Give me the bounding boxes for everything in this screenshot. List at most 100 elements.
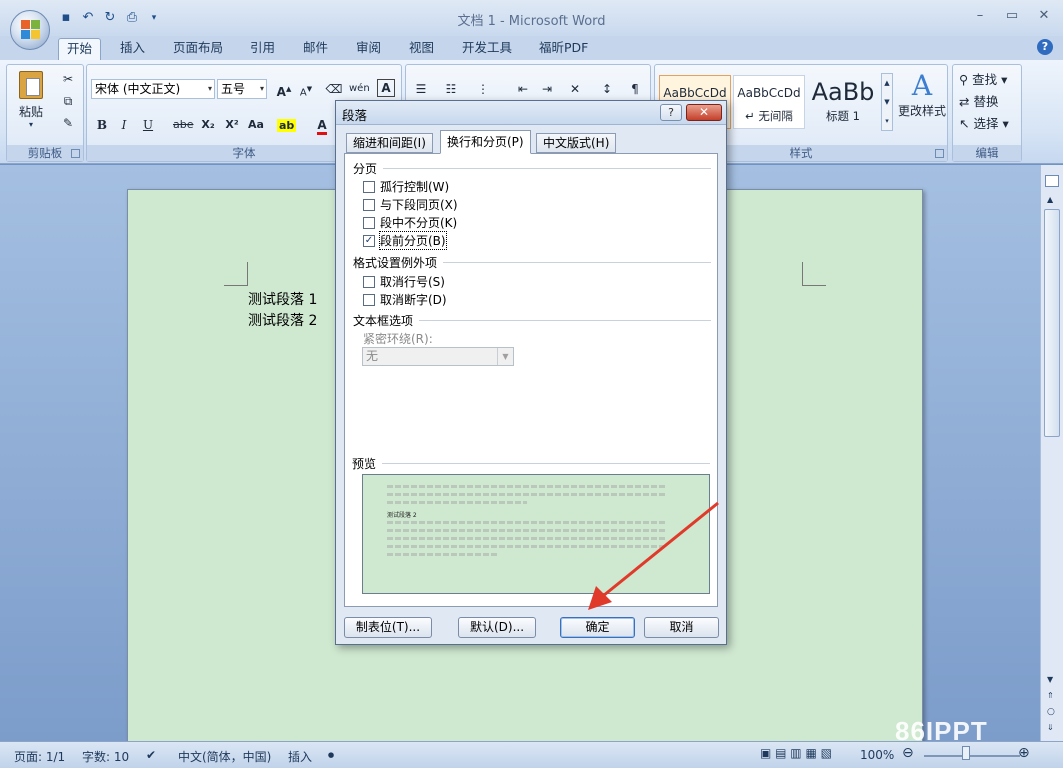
preview-sample-text: 测试段落 2 [387, 512, 417, 519]
paragraph-1[interactable]: 测试段落 1 [248, 289, 317, 309]
cancel-button[interactable]: 取消 [644, 617, 719, 638]
select-label: 选择 [973, 116, 999, 131]
page-break-before-checkbox[interactable]: ✓ 段前分页(B) [363, 231, 447, 250]
set-default-button[interactable]: 默认(D)... [458, 617, 536, 638]
copy-icon[interactable]: ⧉ [59, 91, 77, 111]
bold-button[interactable]: B [93, 115, 111, 135]
replace-label: 替换 [973, 94, 999, 109]
ok-button[interactable]: 确定 [560, 617, 635, 638]
change-styles-button[interactable]: A 更改样式 [895, 69, 949, 119]
macro-record-icon[interactable]: ⏺ [328, 748, 334, 763]
dialog-close-button[interactable]: ✕ [686, 104, 722, 121]
suppress-line-numbers-checkbox[interactable]: 取消行号(S) [363, 273, 445, 290]
underline-button[interactable]: U [139, 115, 157, 135]
numbering-icon[interactable]: ☷ [442, 79, 460, 99]
multilevel-list-icon[interactable]: ⋮ [474, 79, 492, 99]
decrease-indent-icon[interactable]: ⇤ [514, 79, 532, 99]
close-button[interactable]: ✕ [1035, 8, 1053, 24]
format-painter-icon[interactable]: ✎ [59, 113, 77, 133]
prev-page-icon[interactable]: ⇑ [1047, 691, 1054, 700]
style-normal-sample: AaBbCcDd [663, 86, 727, 100]
font-name-box[interactable]: 宋体 (中文正文) ▾ [91, 79, 215, 99]
minimize-button[interactable]: – [971, 8, 989, 24]
tabs-button[interactable]: 制表位(T)... [344, 617, 432, 638]
tab-developer[interactable]: 开发工具 [454, 38, 520, 60]
paste-button[interactable]: 粘贴 ▾ [15, 69, 47, 131]
show-marks-icon[interactable]: ¶ [626, 79, 644, 99]
scroll-up-icon[interactable]: ▲ [1047, 195, 1053, 204]
zoom-slider[interactable] [924, 755, 1020, 757]
char-border-icon[interactable]: A [377, 79, 395, 97]
scroll-thumb[interactable] [1044, 209, 1060, 437]
tab-references[interactable]: 引用 [242, 38, 283, 60]
dont-hyphenate-checkbox[interactable]: 取消断字(D) [363, 291, 447, 308]
next-page-icon[interactable]: ⇓ [1047, 723, 1054, 732]
scroll-down-icon[interactable]: ▼ [1047, 675, 1053, 684]
textbox-section-label: 文本框选项 [353, 314, 414, 328]
zoom-in-icon[interactable]: ⊕ [1018, 745, 1030, 761]
help-icon[interactable]: ? [1037, 39, 1053, 55]
tab-review[interactable]: 审阅 [348, 38, 389, 60]
view-buttons[interactable]: ▣ ▤ ▥ ▦ ▧ [760, 746, 832, 760]
find-button[interactable]: ⚲ 查找 ▾ [959, 69, 1007, 88]
cut-icon[interactable]: ✂ [59, 69, 77, 89]
customize-qat-icon[interactable]: ▾ [146, 10, 162, 26]
zoom-slider-thumb[interactable] [962, 746, 970, 760]
style-heading-1[interactable]: AaBb 标题 1 [807, 75, 879, 129]
undo-icon[interactable]: ↶ [80, 10, 96, 26]
replace-button[interactable]: ⇄ 替换 [959, 91, 998, 110]
restore-button[interactable]: ▭ [1003, 8, 1021, 24]
font-size-box[interactable]: 五号 ▾ [217, 79, 267, 99]
increase-indent-icon[interactable]: ⇥ [538, 79, 556, 99]
tab-asian-typography[interactable]: 中文版式(H) [536, 133, 617, 153]
tab-insert[interactable]: 插入 [112, 38, 153, 60]
dialog-help-button[interactable]: ? [660, 104, 682, 121]
phonetic-guide-icon[interactable]: wén [349, 79, 370, 99]
highlight-icon[interactable]: ab [277, 115, 297, 135]
office-button[interactable] [10, 10, 50, 50]
clear-format-icon[interactable]: ⌫ [325, 79, 343, 99]
clipboard-launcher-icon[interactable] [71, 149, 80, 158]
print-preview-icon[interactable]: ⎙ [124, 10, 140, 26]
subscript-button[interactable]: X₂ [199, 115, 217, 135]
italic-button[interactable]: I [115, 115, 133, 135]
styles-scroll[interactable]: ▲ ▼ ▾ [881, 73, 893, 131]
language-status[interactable]: 中文(简体，中国) [178, 748, 271, 765]
widow-control-checkbox[interactable]: 孤行控制(W) [363, 178, 449, 195]
tab-foxit-pdf[interactable]: 福昕PDF [531, 38, 596, 60]
redo-icon[interactable]: ↻ [102, 10, 118, 26]
preview-line [387, 553, 497, 556]
insert-mode[interactable]: 插入 [288, 748, 312, 765]
paragraph-2[interactable]: 测试段落 2 [248, 310, 317, 330]
keep-with-next-checkbox[interactable]: 与下段同页(X) [363, 196, 458, 213]
browse-object-icon[interactable]: ○ [1047, 707, 1055, 717]
tab-mailings[interactable]: 邮件 [295, 38, 336, 60]
proofing-icon[interactable]: ✔ [146, 748, 156, 762]
widow-control-box [363, 180, 375, 193]
tab-view[interactable]: 视图 [401, 38, 442, 60]
save-icon[interactable]: ▪ [58, 10, 74, 26]
keep-lines-together-checkbox[interactable]: 段中不分页(K) [363, 214, 457, 231]
style-no-spacing[interactable]: AaBbCcDd ↵ 无间隔 [733, 75, 805, 129]
bullets-icon[interactable]: ☰ [412, 79, 430, 99]
shrink-font-icon[interactable]: A▼ [297, 79, 315, 99]
grow-font-icon[interactable]: A▲ [275, 79, 293, 99]
chinese-layout-icon[interactable]: ✕ [566, 79, 584, 99]
zoom-level[interactable]: 100% [860, 748, 894, 762]
font-color-icon[interactable]: A [313, 115, 331, 135]
sort-icon[interactable]: ↕ [598, 79, 616, 99]
tab-indents-spacing[interactable]: 缩进和间距(I) [346, 133, 433, 153]
vertical-scrollbar[interactable]: ▲ ▼ ⇑ ○ ⇓ [1040, 165, 1063, 741]
page-count[interactable]: 页面: 1/1 [14, 748, 65, 765]
tab-line-page-breaks[interactable]: 换行和分页(P) [440, 130, 531, 154]
tab-home[interactable]: 开始 [58, 38, 102, 60]
strikethrough-button[interactable]: abe [173, 115, 194, 135]
ruler-toggle-icon[interactable] [1045, 175, 1059, 187]
styles-launcher-icon[interactable] [935, 149, 944, 158]
word-count[interactable]: 字数: 10 [82, 748, 129, 765]
superscript-button[interactable]: X² [223, 115, 241, 135]
zoom-out-icon[interactable]: ⊖ [902, 745, 914, 761]
select-button[interactable]: ↖ 选择 ▾ [959, 113, 1009, 132]
tab-page-layout[interactable]: 页面布局 [165, 38, 231, 60]
change-case-button[interactable]: Aa [247, 115, 265, 135]
